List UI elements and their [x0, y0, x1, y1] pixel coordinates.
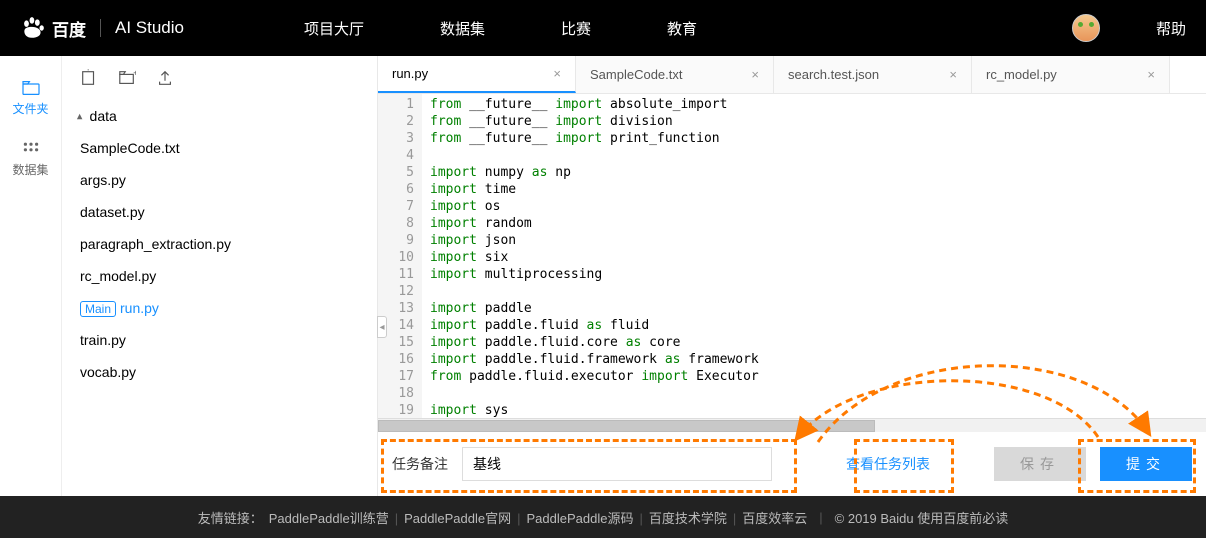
folder-icon [21, 80, 41, 96]
file-row[interactable]: args.py [76, 164, 363, 196]
file-row[interactable]: dataset.py [76, 196, 363, 228]
file-name: run.py [120, 300, 159, 316]
nav-projects[interactable]: 项目大厅 [304, 18, 364, 39]
datasets-icon [21, 141, 41, 157]
svg-text:+: + [133, 69, 136, 77]
submit-button[interactable]: 提交 [1100, 447, 1192, 481]
close-icon[interactable]: × [751, 67, 759, 82]
nav-education[interactable]: 教育 [667, 18, 697, 39]
footer-copyright: © 2019 Baidu 使用百度前必读 [835, 508, 1009, 527]
studio-text: AI Studio [115, 18, 184, 38]
tab-bar: run.py×SampleCode.txt×search.test.json×r… [378, 56, 1206, 94]
file-name: vocab.py [80, 364, 136, 380]
footer-link[interactable]: PaddlePaddle官网 [404, 511, 511, 526]
code-editor[interactable]: 1234567891011121314151617181920 -2122232… [378, 94, 1206, 418]
view-task-list-link[interactable]: 查看任务列表 [846, 454, 930, 474]
top-nav: 项目大厅 数据集 比赛 教育 [304, 18, 697, 39]
upload-icon[interactable] [156, 69, 174, 87]
line-gutter: 1234567891011121314151617181920 -2122232… [378, 94, 422, 418]
new-file-icon[interactable]: + [80, 69, 98, 87]
scrollbar-thumb[interactable] [378, 420, 875, 432]
folder-name: data [90, 108, 117, 124]
close-icon[interactable]: × [1147, 67, 1155, 82]
new-folder-icon[interactable]: + [118, 69, 136, 87]
file-name: dataset.py [80, 204, 145, 220]
task-note-input[interactable] [462, 447, 772, 481]
top-bar: 百度 AI Studio 项目大厅 数据集 比赛 教育 帮助 [0, 0, 1206, 56]
footer: 友情链接： PaddlePaddle训练营|PaddlePaddle官网|Pad… [0, 496, 1206, 538]
file-row[interactable]: rc_model.py [76, 260, 363, 292]
chevron-down-icon: ▸ [72, 113, 85, 119]
code-body[interactable]: from __future__ import absolute_import f… [422, 94, 1206, 418]
file-name: SampleCode.txt [80, 140, 180, 156]
folder-row[interactable]: ▸ data [76, 100, 363, 132]
sidebar-item-datasets[interactable]: 数据集 [0, 141, 61, 178]
editor-tab[interactable]: SampleCode.txt × [576, 56, 774, 93]
footer-link[interactable]: 百度效率云 [742, 511, 807, 526]
collapse-handle[interactable]: ◂ [377, 316, 387, 338]
logo-divider [100, 19, 101, 37]
file-row[interactable]: SampleCode.txt [76, 132, 363, 164]
file-name: paragraph_extraction.py [80, 236, 231, 252]
task-row: 任务备注 查看任务列表 保存 提交 [378, 432, 1206, 496]
file-row[interactable]: train.py [76, 324, 363, 356]
tab-label: SampleCode.txt [590, 67, 683, 82]
file-name: args.py [80, 172, 126, 188]
file-row[interactable]: vocab.py [76, 356, 363, 388]
avatar[interactable] [1072, 14, 1100, 42]
nav-datasets[interactable]: 数据集 [440, 18, 485, 39]
tab-label: rc_model.py [986, 67, 1057, 82]
workspace: 文件夹 数据集 + + ▸ data SampleCode.txt args.py… [0, 56, 1206, 496]
sidebar-item-files[interactable]: 文件夹 [0, 80, 61, 117]
close-icon[interactable]: × [553, 66, 561, 81]
footer-link[interactable]: 百度技术学院 [649, 511, 727, 526]
top-right: 帮助 [1072, 14, 1186, 42]
file-name: rc_model.py [80, 268, 156, 284]
main-tag: Main [80, 301, 116, 317]
sidebar-label-datasets: 数据集 [12, 163, 48, 177]
baidu-paw-icon [20, 15, 46, 41]
logo-area[interactable]: 百度 AI Studio [20, 15, 184, 41]
file-list: ▸ data SampleCode.txt args.py dataset.py pa… [62, 100, 377, 388]
file-name: train.py [80, 332, 126, 348]
editor-area: ◂ run.py×SampleCode.txt×search.test.json… [377, 56, 1206, 496]
editor-tab[interactable]: rc_model.py × [972, 56, 1170, 93]
help-link[interactable]: 帮助 [1156, 18, 1186, 39]
vertical-sidebar: 文件夹 数据集 [0, 56, 62, 496]
file-row[interactable]: paragraph_extraction.py [76, 228, 363, 260]
svg-text:+: + [85, 69, 90, 74]
footer-links-label: 友情链接： [198, 508, 263, 527]
tab-label: search.test.json [788, 67, 879, 82]
editor-tab[interactable]: run.py × [378, 56, 576, 93]
horizontal-scrollbar[interactable] [378, 418, 1206, 432]
nav-competitions[interactable]: 比赛 [561, 18, 591, 39]
task-label: 任务备注 [392, 454, 448, 474]
tab-label: run.py [392, 66, 428, 81]
close-icon[interactable]: × [949, 67, 957, 82]
sidebar-label-files: 文件夹 [12, 102, 48, 116]
file-toolbar: + + [62, 56, 377, 100]
file-row[interactable]: Mainrun.py [76, 292, 363, 324]
save-button: 保存 [994, 447, 1086, 481]
footer-link[interactable]: PaddlePaddle训练营 [269, 511, 389, 526]
brand-text: 百度 [52, 16, 86, 41]
file-panel: + + ▸ data SampleCode.txt args.py dataset.… [62, 56, 377, 496]
footer-link[interactable]: PaddlePaddle源码 [526, 511, 633, 526]
editor-tab[interactable]: search.test.json × [774, 56, 972, 93]
